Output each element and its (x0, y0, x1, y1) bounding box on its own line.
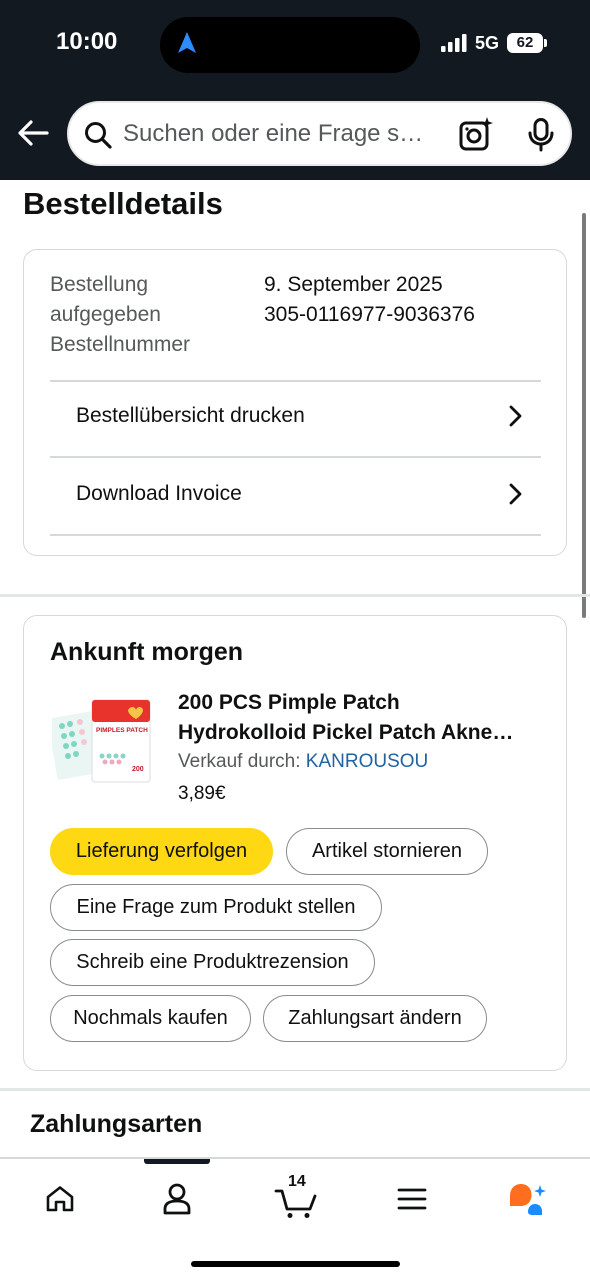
track-delivery-button[interactable]: Lieferung verfolgen (50, 828, 273, 875)
back-button[interactable] (16, 116, 50, 150)
home-indicator (191, 1261, 400, 1267)
nav-home[interactable] (30, 1179, 90, 1219)
order-date: 9. September 2025 (264, 273, 443, 296)
write-review-button[interactable]: Schreib eine Produktrezension (50, 939, 375, 986)
section-separator (0, 594, 590, 597)
dynamic-island (160, 17, 420, 73)
chevron-right-icon (509, 483, 522, 505)
download-invoice-label: Download Invoice (76, 482, 242, 505)
shipment-card: Ankunft morgen PIMPLES PATCH 200 200 PCS… (23, 615, 567, 1071)
navigation-arrow-icon (178, 32, 196, 53)
camera-sparkle-icon[interactable] (459, 117, 493, 151)
product-image[interactable]: PIMPLES PATCH 200 (52, 696, 152, 786)
seller-link[interactable]: KANROUSOU (306, 751, 428, 772)
divider (50, 534, 541, 536)
order-info-card: Bestellung aufgegeben Bestellnummer 9. S… (23, 249, 567, 556)
svg-text:PIMPLES PATCH: PIMPLES PATCH (96, 727, 148, 734)
top-bar: 10:00 5G 62 Suchen oder eine Frage s… (0, 0, 590, 180)
page-title: Bestelldetails (23, 186, 223, 221)
nav-rufus-assistant[interactable] (498, 1179, 558, 1219)
cellular-signal-icon (441, 34, 467, 52)
download-invoice-link[interactable]: Download Invoice (50, 456, 541, 532)
cart-icon (274, 1189, 317, 1218)
menu-icon (397, 1188, 427, 1210)
buy-again-button[interactable]: Nochmals kaufen (50, 995, 251, 1042)
order-meta-labels: Bestellung aufgegeben Bestellnummer (50, 273, 191, 356)
ask-product-question-button[interactable]: Eine Frage zum Produkt stellen (50, 884, 382, 931)
svg-text:200: 200 (132, 766, 144, 773)
print-order-summary-label: Bestellübersicht drucken (76, 404, 305, 427)
microphone-icon[interactable] (528, 118, 554, 152)
product-price: 3,89€ (178, 783, 226, 804)
network-type: 5G (475, 33, 500, 53)
seller-prefix: Verkauf durch: (178, 751, 306, 772)
back-arrow-icon (18, 120, 49, 146)
cart-count-badge: 14 (288, 1173, 306, 1190)
arrival-status: Ankunft morgen (50, 638, 244, 666)
search-input[interactable]: Suchen oder eine Frage s… (123, 103, 453, 164)
rufus-assistant-icon (510, 1184, 546, 1215)
home-icon (46, 1186, 74, 1212)
search-icon (85, 122, 112, 149)
scrollbar[interactable] (582, 213, 586, 618)
battery-tip (544, 39, 547, 47)
chevron-right-icon (509, 405, 522, 427)
product-title-line1: 200 PCS Pimple Patch (178, 691, 400, 714)
status-time: 10:00 (56, 28, 118, 55)
battery-icon: 62 (507, 33, 543, 53)
section-separator (0, 1088, 590, 1091)
product-title[interactable]: 200 PCS Pimple Patch Hydrokolloid Pickel… (178, 688, 548, 748)
active-tab-indicator (144, 1159, 210, 1164)
search-bar[interactable]: Suchen oder eine Frage s… (67, 101, 572, 166)
account-icon (163, 1183, 191, 1215)
change-payment-button[interactable]: Zahlungsart ändern (263, 995, 487, 1042)
print-order-summary-link[interactable]: Bestellübersicht drucken (50, 378, 541, 454)
seller-info: Verkauf durch: KANROUSOU (178, 751, 428, 773)
nav-account[interactable] (147, 1179, 207, 1219)
product-title-line2: Hydrokolloid Pickel Patch Akne… (178, 721, 514, 744)
cancel-item-button[interactable]: Artikel stornieren (286, 828, 488, 875)
order-meta-values: 9. September 2025 305-0116977-9036376 (264, 270, 475, 330)
nav-menu[interactable] (382, 1179, 442, 1219)
payments-heading: Zahlungsarten (30, 1110, 203, 1138)
order-number: 305-0116977-9036376 (264, 303, 475, 326)
